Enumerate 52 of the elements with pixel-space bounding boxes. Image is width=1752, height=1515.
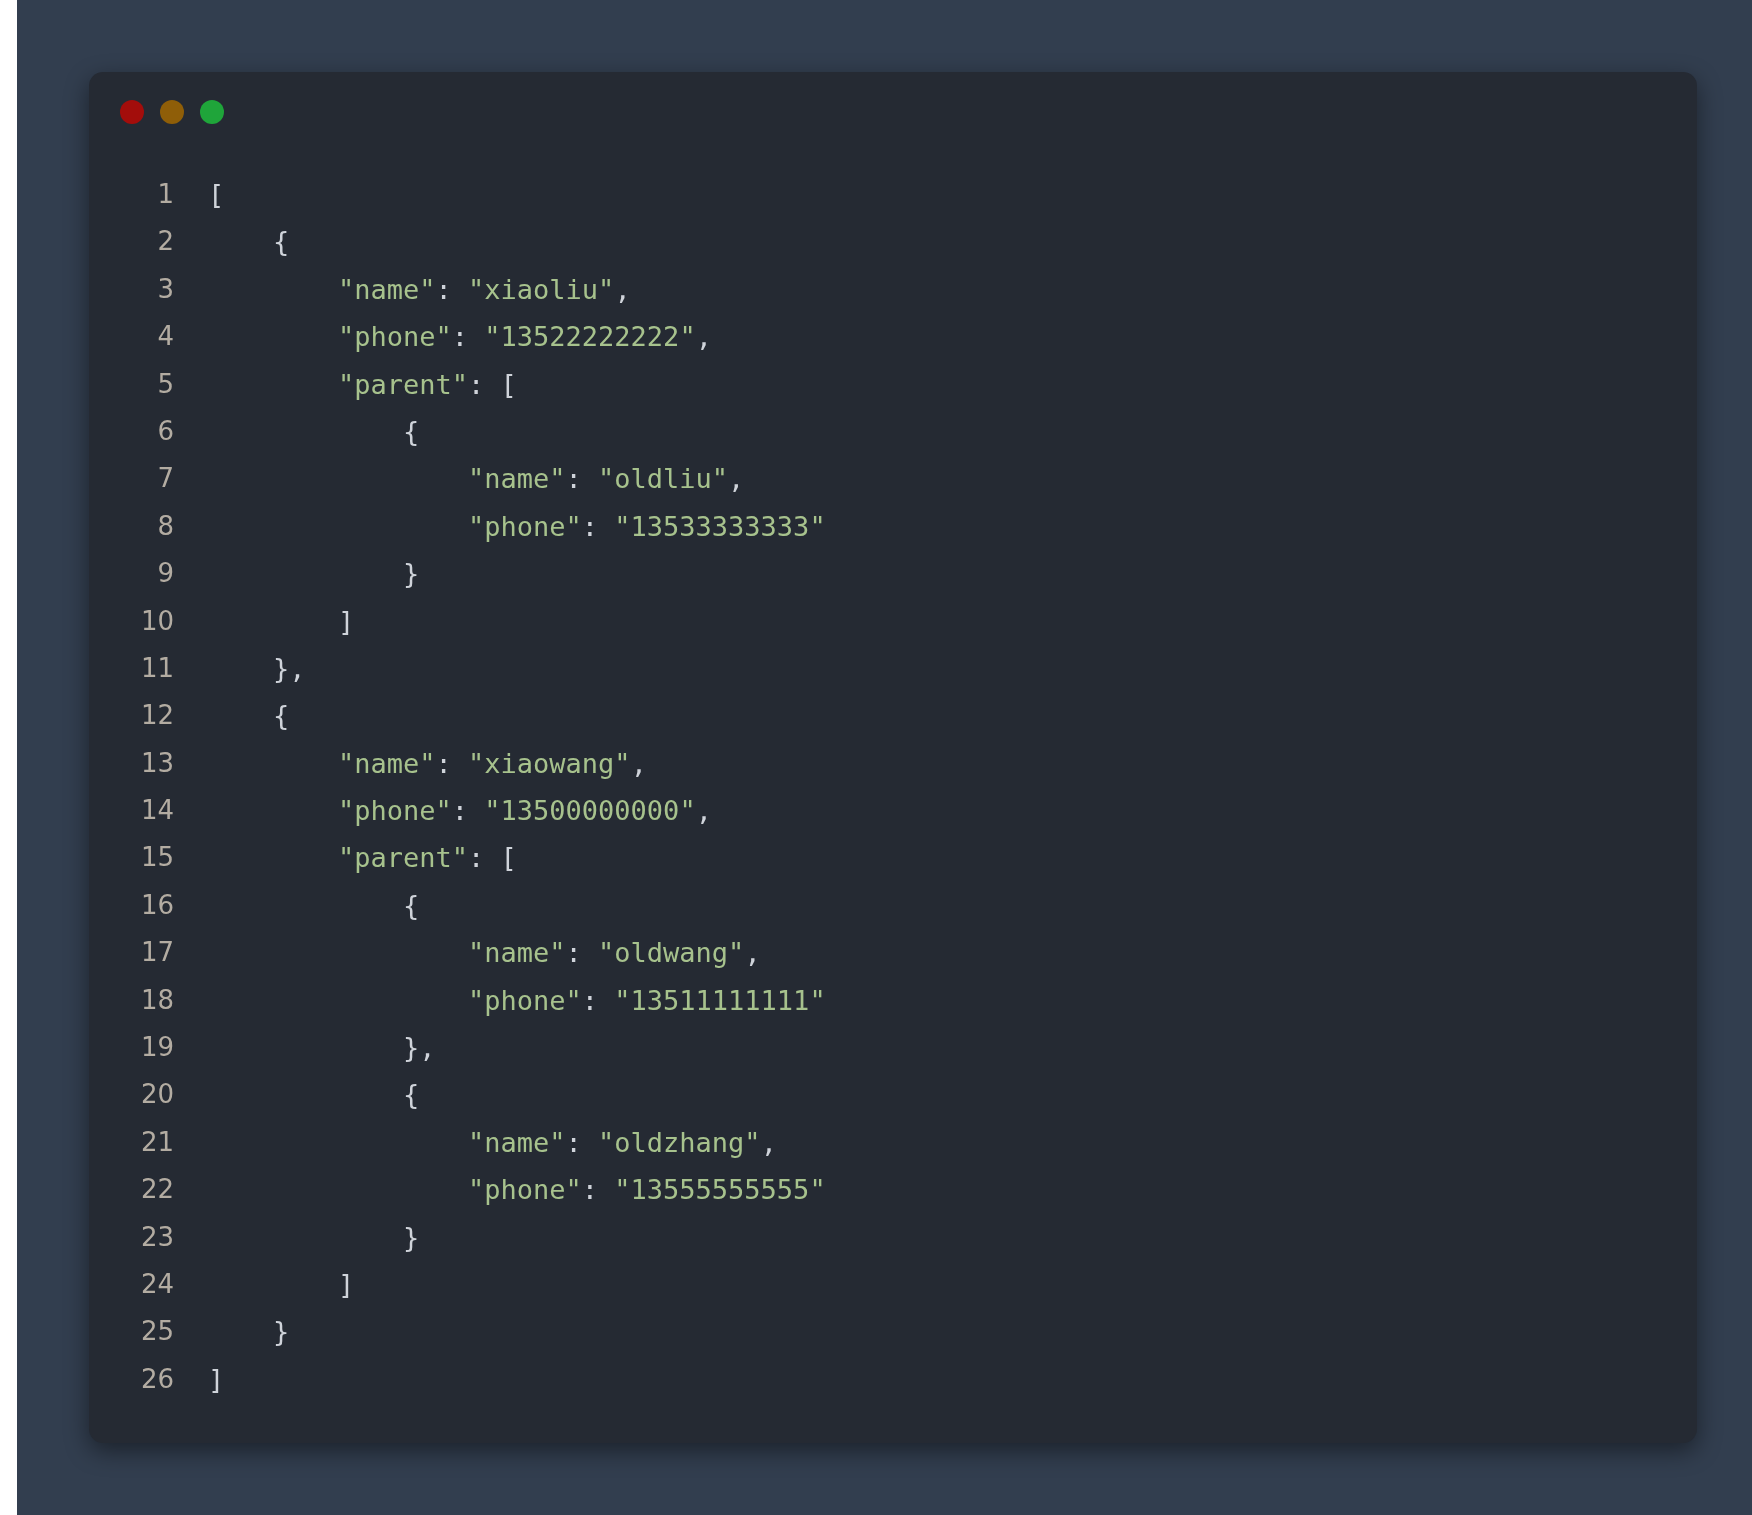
line-number: 7	[157, 462, 174, 496]
code-line: "name": "oldliu",	[468, 462, 745, 497]
code-line: ]	[338, 1268, 355, 1302]
code-line: "phone": "13555555555"	[468, 1173, 826, 1208]
line-number: 21	[140, 1125, 174, 1159]
line-number: 18	[140, 983, 174, 1017]
code-line: },	[403, 1031, 436, 1066]
line-number: 13	[140, 746, 174, 780]
line-number: 12	[140, 699, 174, 733]
line-number: 1	[157, 178, 174, 211]
code-line: "phone": "13522222222",	[338, 320, 712, 355]
code-line: ]	[208, 1362, 225, 1397]
line-number: 25	[140, 1315, 174, 1349]
line-number: 2	[157, 225, 174, 259]
code-line: }	[273, 1315, 290, 1350]
line-number: 15	[140, 841, 174, 875]
code-line: "name": "oldwang",	[468, 936, 761, 971]
code-line: "name": "xiaowang",	[338, 746, 647, 781]
code-line: {	[403, 414, 420, 449]
code-line: "phone": "13533333333"	[468, 509, 826, 544]
line-number: 24	[140, 1268, 174, 1301]
code-line: "parent": [	[338, 367, 517, 402]
line-number: 19	[140, 1031, 174, 1065]
line-number: 9	[157, 557, 174, 591]
code-line: }	[403, 557, 420, 592]
line-number: 3	[157, 272, 174, 306]
line-number: 4	[157, 320, 174, 354]
code-line: },	[273, 651, 306, 686]
code-line: }	[403, 1220, 420, 1255]
line-number: 20	[140, 1078, 174, 1112]
line-number: 14	[140, 794, 174, 828]
code-line: {	[403, 1078, 420, 1113]
line-number: 10	[140, 604, 174, 638]
line-number: 11	[140, 651, 174, 685]
code-line: "name": "xiaoliu",	[338, 272, 631, 307]
line-number: 6	[157, 414, 174, 448]
line-number: 5	[157, 367, 174, 401]
line-number: 16	[140, 888, 174, 922]
line-number: 17	[140, 936, 174, 970]
code-line: "name": "oldzhang",	[468, 1125, 777, 1160]
line-number: 23	[140, 1220, 174, 1254]
code-line: ]	[338, 604, 355, 639]
code-line: {	[273, 225, 290, 260]
code-line: [	[208, 178, 225, 212]
code-line: "phone": "13511111111"	[468, 983, 826, 1018]
code-line: "parent": [	[338, 841, 517, 876]
line-number: 8	[157, 509, 174, 543]
code-line: "phone": "13500000000",	[338, 794, 712, 829]
code-line: {	[273, 699, 290, 734]
line-number: 22	[140, 1173, 174, 1207]
code-line: {	[403, 888, 420, 923]
line-number: 26	[140, 1362, 174, 1396]
